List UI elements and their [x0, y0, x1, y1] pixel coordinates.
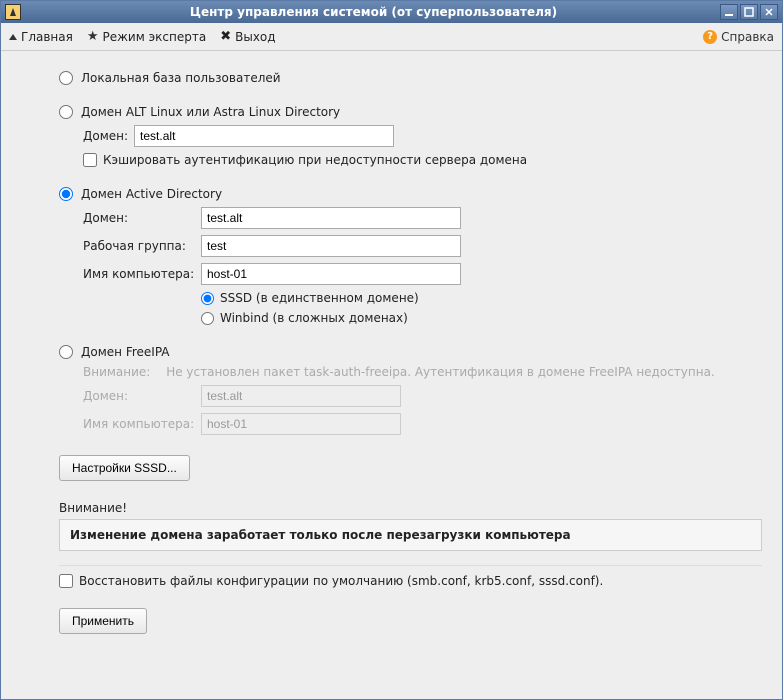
restore-label: Восстановить файлы конфигурации по умолч… [79, 574, 603, 588]
alt-domain-input[interactable] [134, 125, 394, 147]
x-icon: ✖ [220, 29, 231, 44]
toolbar-exit-label: Выход [235, 30, 275, 44]
ad-domain-input[interactable] [201, 207, 461, 229]
radio-freeipa-label: Домен FreeIPA [81, 345, 170, 359]
option-local: Локальная база пользователей [59, 71, 762, 85]
option-freeipa: Домен FreeIPA Внимание: Не установлен па… [59, 345, 762, 435]
radio-local-label: Локальная база пользователей [81, 71, 281, 85]
arrow-up-icon [9, 34, 17, 40]
freeipa-warn-label: Внимание: [83, 365, 150, 379]
restore-checkbox[interactable] [59, 574, 73, 588]
content-area: Локальная база пользователей Домен ALT L… [1, 51, 782, 699]
alt-domain-label: Домен: [83, 129, 128, 143]
attention-text: Изменение домена заработает только после… [70, 528, 571, 542]
window-controls [720, 4, 778, 20]
toolbar-help[interactable]: ? Справка [703, 30, 774, 44]
main-window: Центр управления системой (от суперпольз… [0, 0, 783, 700]
radio-sssd[interactable] [201, 292, 214, 305]
option-alt: Домен ALT Linux или Astra Linux Director… [59, 105, 762, 167]
radio-alt[interactable] [59, 105, 73, 119]
toolbar-expert[interactable]: ★ Режим эксперта [87, 29, 206, 44]
window-title: Центр управления системой (от суперпольз… [27, 5, 720, 19]
radio-winbind[interactable] [201, 312, 214, 325]
toolbar: Главная ★ Режим эксперта ✖ Выход ? Справ… [1, 23, 782, 51]
ad-hostname-label: Имя компьютера: [83, 267, 195, 281]
alt-cache-label: Кэшировать аутентификацию при недоступно… [103, 153, 527, 167]
help-icon: ? [703, 30, 717, 44]
radio-freeipa[interactable] [59, 345, 73, 359]
ad-workgroup-input[interactable] [201, 235, 461, 257]
radio-sssd-label: SSSD (в единственном домене) [220, 291, 419, 305]
ad-workgroup-label: Рабочая группа: [83, 239, 195, 253]
titlebar: Центр управления системой (от суперпольз… [1, 1, 782, 23]
app-icon [5, 4, 21, 20]
freeipa-domain-label: Домен: [83, 389, 195, 403]
freeipa-hostname-label: Имя компьютера: [83, 417, 195, 431]
radio-ad-label: Домен Active Directory [81, 187, 222, 201]
separator [59, 565, 762, 566]
close-button[interactable] [760, 4, 778, 20]
toolbar-expert-label: Режим эксперта [103, 30, 207, 44]
attention-label: Внимание! [59, 501, 762, 515]
radio-alt-label: Домен ALT Linux или Astra Linux Director… [81, 105, 340, 119]
apply-button[interactable]: Применить [59, 608, 147, 634]
toolbar-home[interactable]: Главная [9, 30, 73, 44]
freeipa-hostname-input [201, 413, 401, 435]
freeipa-domain-input [201, 385, 401, 407]
freeipa-warn-text: Не установлен пакет task-auth-freeipa. А… [166, 365, 715, 379]
attention-box: Изменение домена заработает только после… [59, 519, 762, 551]
sssd-settings-button[interactable]: Настройки SSSD... [59, 455, 190, 481]
star-icon: ★ [87, 29, 99, 44]
minimize-button[interactable] [720, 4, 738, 20]
toolbar-help-label: Справка [721, 30, 774, 44]
option-ad: Домен Active Directory Домен: Рабочая гр… [59, 187, 762, 325]
radio-local[interactable] [59, 71, 73, 85]
alt-cache-checkbox[interactable] [83, 153, 97, 167]
maximize-button[interactable] [740, 4, 758, 20]
toolbar-exit[interactable]: ✖ Выход [220, 29, 275, 44]
ad-domain-label: Домен: [83, 211, 195, 225]
radio-winbind-label: Winbind (в сложных доменах) [220, 311, 408, 325]
toolbar-home-label: Главная [21, 30, 73, 44]
radio-ad[interactable] [59, 187, 73, 201]
ad-hostname-input[interactable] [201, 263, 461, 285]
